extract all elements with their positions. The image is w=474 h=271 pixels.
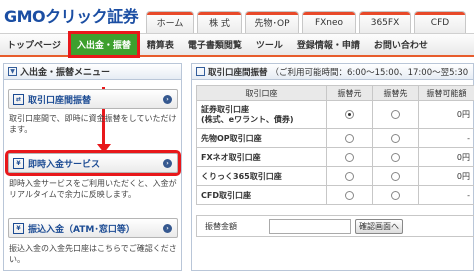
left-menu-body: ⇄ 取引口座間振替 › 取引口座間で、即時に資金振替をしていただけます。 ¥ 即…: [3, 80, 182, 271]
transfer-panel-header: 取引口座間振替 （ご利用可能時間：6:00～15:00、17:00～翌5:30: [191, 63, 474, 80]
col-from: 振替元: [326, 85, 373, 101]
available-amount: -: [418, 185, 474, 205]
transfer-panel: 取引口座間振替 （ご利用可能時間：6:00～15:00、17:00～翌5:30 …: [191, 63, 474, 271]
arrow-right-icon: ›: [163, 95, 172, 104]
main-nav: トップページ 入出金・振替 精算表 電子書類閲覧 ツール 登録情報・申請 お問い…: [0, 30, 474, 58]
transfer-amount-label: 振替金額: [205, 221, 237, 231]
account-name: くりっく365取引口座: [196, 166, 327, 186]
menu-account-transfer-button[interactable]: ⇄ 取引口座間振替 ›: [8, 89, 178, 109]
to-radio[interactable]: [391, 110, 400, 119]
table-row: CFD取引口座 -: [196, 185, 474, 205]
account-name: 証券取引口座 (株式、eワラント、債券): [196, 100, 327, 129]
nav-registration[interactable]: 登録情報・申請: [290, 34, 367, 56]
col-to: 振替先: [372, 85, 419, 101]
transfer-panel-icon: [196, 67, 205, 76]
left-menu-title: 入出金・振替メニュー: [20, 68, 111, 78]
from-radio[interactable]: [345, 133, 354, 143]
to-radio[interactable]: [391, 152, 400, 162]
account-name: 先物OP取引口座: [196, 128, 327, 148]
from-radio[interactable]: [345, 171, 354, 181]
nav-statement[interactable]: 精算表: [140, 34, 181, 56]
transfer-panel-title: 取引口座間振替: [208, 67, 268, 78]
table-header-row: 取引口座 振替元 振替先 振替可能額: [196, 85, 474, 101]
nav-tools[interactable]: ツール: [249, 34, 290, 56]
account-name: FXネオ取引口座: [196, 147, 327, 167]
tab-home[interactable]: ホーム: [146, 11, 194, 33]
table-row: くりっく365取引口座 0円: [196, 166, 474, 186]
menu-instant-deposit-desc: 即時入金サービスをご利用いただくと、入金がリアルタイムで余力に反映します。: [9, 179, 177, 199]
col-account: 取引口座: [196, 85, 327, 101]
top-tabs: ホーム 株 式 先物･OP FXneo 365FX CFD: [146, 8, 469, 33]
nav-deposit-transfer[interactable]: 入出金・振替: [67, 30, 140, 58]
nav-top-page[interactable]: トップページ: [0, 34, 68, 56]
from-radio[interactable]: [345, 110, 354, 119]
to-radio[interactable]: [391, 190, 400, 200]
available-hours: （ご利用可能時間：6:00～15:00、17:00～翌5:30: [270, 67, 469, 78]
left-menu-panel: ▼ 入出金・振替メニュー ⇄ 取引口座間振替 › 取引口座間で、即時に資金振替を…: [3, 63, 182, 271]
tab-cfd[interactable]: CFD: [414, 11, 466, 33]
tab-futures-op[interactable]: 先物･OP: [245, 11, 299, 33]
to-radio[interactable]: [391, 171, 400, 181]
table-row: 証券取引口座 (株式、eワラント、債券) 0円: [196, 100, 474, 129]
menu-account-transfer-desc: 取引口座間で、即時に資金振替をしていただけます。: [9, 114, 177, 134]
from-radio[interactable]: [345, 152, 354, 162]
available-amount: 0円: [418, 100, 474, 129]
logo-brand-text: クリック証券: [45, 7, 139, 26]
account-name-line2: (株式、eワラント、債券): [201, 114, 294, 124]
available-amount: 0円: [418, 147, 474, 167]
table-row: 先物OP取引口座 -: [196, 128, 474, 148]
arrow-right-icon: ›: [163, 159, 172, 168]
transfer-amount-row: 振替金額 確認画面へ: [196, 215, 474, 237]
confirm-button[interactable]: 確認画面へ: [355, 218, 403, 234]
col-available-amount: 振替可能額: [418, 85, 474, 101]
transfer-icon: ⇄: [13, 93, 24, 105]
available-amount: 0円: [418, 166, 474, 186]
tab-stock[interactable]: 株 式: [197, 11, 242, 33]
logo-gmo-text: GMO: [4, 7, 46, 26]
arrow-right-icon: ›: [163, 224, 172, 233]
nav-contact[interactable]: お問い合わせ: [367, 34, 435, 56]
account-name: CFD取引口座: [196, 185, 327, 205]
transfer-amount-input[interactable]: [269, 218, 351, 234]
available-amount: -: [418, 128, 474, 148]
gmo-click-logo[interactable]: GMOクリック証券: [4, 3, 139, 27]
table-row: FXネオ取引口座 0円: [196, 147, 474, 167]
transfer-panel-body: 取引口座 振替元 振替先 振替可能額 証券取引口座 (株式、eワラント、債券) …: [191, 80, 474, 271]
menu-instant-deposit-button[interactable]: ¥ 即時入金サービス ›: [5, 150, 181, 176]
instant-deposit-icon: ¥: [13, 157, 24, 169]
left-menu-header: ▼ 入出金・振替メニュー: [3, 63, 182, 80]
nav-e-documents[interactable]: 電子書類閲覧: [181, 34, 249, 56]
to-radio[interactable]: [391, 133, 400, 143]
collapse-icon[interactable]: ▼: [8, 67, 17, 76]
from-radio[interactable]: [345, 190, 354, 200]
bank-icon: ¥: [13, 222, 24, 234]
header: GMOクリック証券 ホーム 株 式 先物･OP FXneo 365FX CFD: [0, 0, 474, 33]
account-name-line1: 証券取引口座: [201, 104, 249, 114]
menu-bank-transfer-desc: 振込入金の入金先口座はこちらでご確認ください。: [9, 244, 177, 264]
account-table: 取引口座 振替元 振替先 振替可能額 証券取引口座 (株式、eワラント、債券) …: [196, 85, 474, 205]
tab-365fx[interactable]: 365FX: [359, 11, 411, 33]
menu-bank-transfer-button[interactable]: ¥ 振込入金（ATM･窓口等） ›: [8, 218, 178, 238]
tab-fxneo[interactable]: FXneo: [302, 11, 356, 33]
